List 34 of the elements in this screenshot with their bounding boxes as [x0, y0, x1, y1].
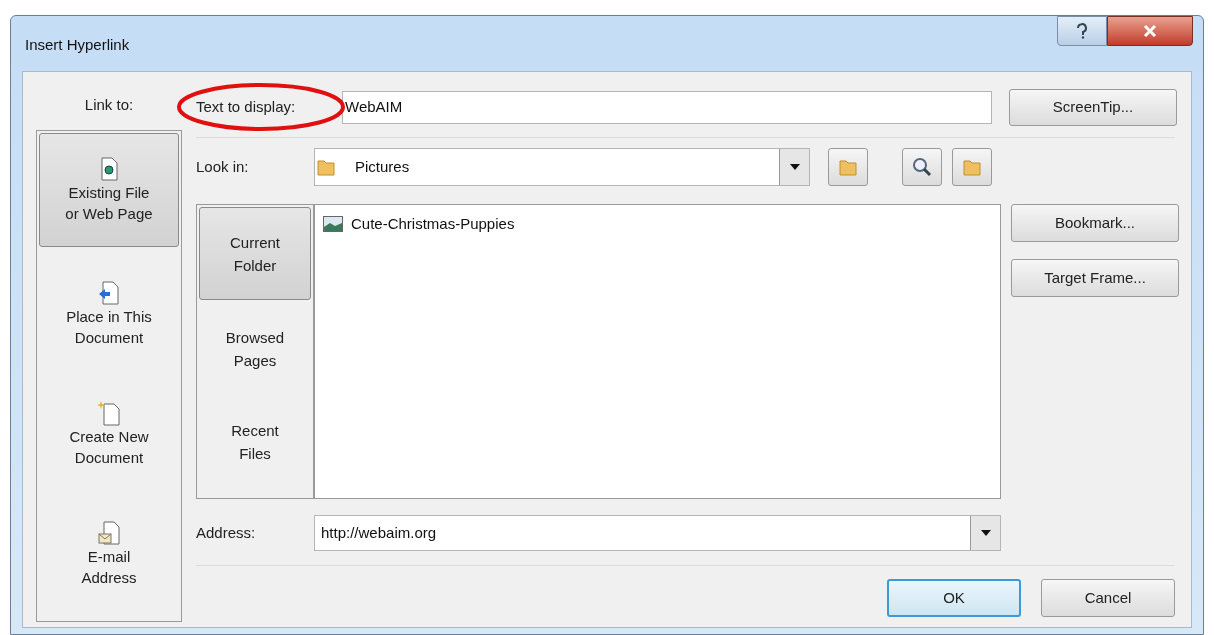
email-document-icon — [97, 520, 121, 546]
search-icon — [911, 156, 933, 178]
new-document-icon — [97, 400, 121, 426]
dialog-button[interactable]: OK — [887, 579, 1021, 617]
text-to-display-field[interactable]: WebAIM — [342, 90, 992, 124]
close-button[interactable] — [1107, 16, 1193, 46]
help-icon — [1076, 23, 1088, 39]
side-button[interactable]: ScreenTip... — [1009, 88, 1177, 126]
up-folder-button[interactable] — [828, 148, 868, 186]
browse-web-button[interactable] — [902, 148, 942, 186]
dialog-button[interactable]: Cancel — [1041, 579, 1175, 617]
document-icon — [98, 156, 120, 182]
side-button[interactable]: Bookmark... — [1011, 204, 1179, 242]
browse-tab[interactable]: Current Folder — [199, 207, 311, 300]
browse-tab[interactable]: Browsed Pages — [197, 302, 313, 395]
address-label: Address: — [196, 522, 257, 543]
document-arrow-icon — [97, 280, 121, 306]
browse-tab[interactable]: Recent Files — [197, 395, 313, 488]
look-in-label: Look in: — [196, 156, 250, 177]
link-type-button[interactable]: Create New Document — [37, 379, 181, 489]
address-field[interactable]: http://webaim.org — [314, 515, 1001, 551]
link-type-button[interactable]: E-mail Address — [37, 499, 181, 609]
link-to-label: Link to: — [83, 94, 134, 115]
close-icon — [1143, 24, 1157, 38]
window-title: Insert Hyperlink — [25, 35, 130, 55]
link-type-button[interactable]: Existing File or Web Page — [39, 133, 179, 247]
help-button[interactable] — [1057, 16, 1107, 46]
browse-file-button[interactable] — [952, 148, 992, 186]
image-file-icon — [323, 216, 343, 233]
side-button[interactable]: Target Frame... — [1011, 259, 1179, 297]
link-type-button[interactable]: Place in This Document — [37, 259, 181, 369]
file-item[interactable]: Cute-Christmas-Puppies — [323, 213, 992, 236]
text-to-display-label: Text to display: — [196, 98, 296, 115]
look-in-dropdown[interactable]: Pictures — [314, 148, 810, 186]
